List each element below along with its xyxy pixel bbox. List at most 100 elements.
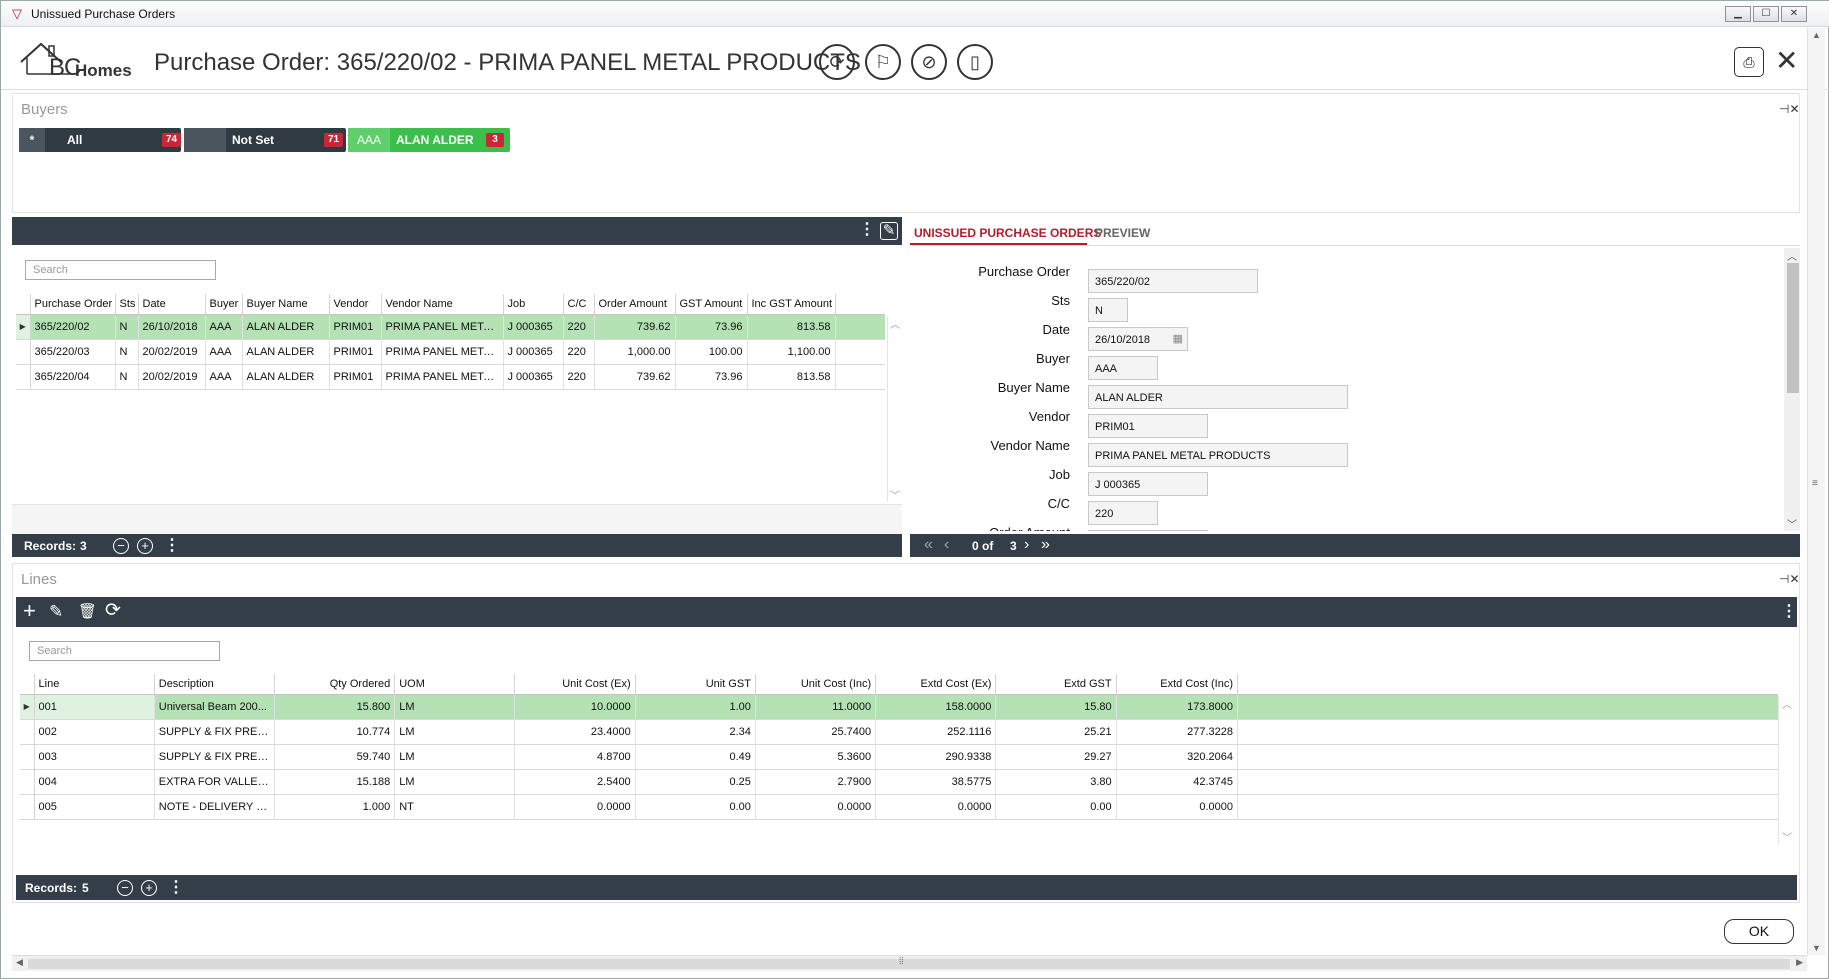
cell[interactable]: 73.96 <box>675 364 748 390</box>
last-record-icon[interactable]: » <box>1041 536 1050 554</box>
previous-record-icon[interactable]: ‹ <box>944 536 949 554</box>
cell[interactable]: 739.62 <box>594 364 676 390</box>
print-button[interactable]: ⎙ <box>1734 47 1764 77</box>
cell[interactable]: 2.7900 <box>755 769 877 795</box>
column-header[interactable]: Vendor <box>329 294 382 315</box>
cell[interactable]: 0.0000 <box>1116 794 1239 820</box>
cell[interactable]: 15.800 <box>274 694 396 720</box>
cell[interactable]: 59.740 <box>274 744 396 770</box>
refresh-button[interactable]: ⟳ <box>819 44 855 80</box>
cell[interactable]: 73.96 <box>675 314 748 340</box>
window-close-button[interactable]: ✕ <box>1781 6 1807 22</box>
column-header[interactable]: Buyer <box>205 294 243 315</box>
cell[interactable]: 290.9338 <box>875 744 997 770</box>
field-value[interactable]: PRIM01 <box>1088 414 1208 438</box>
cell[interactable]: 5.3600 <box>755 744 877 770</box>
cell[interactable]: 277.3228 <box>1116 719 1239 745</box>
cell[interactable]: 365/220/02 <box>30 314 116 340</box>
first-record-icon[interactable]: « <box>924 536 933 554</box>
cell[interactable]: 220 <box>563 314 595 340</box>
column-header[interactable]: C/C <box>563 294 595 315</box>
cell[interactable]: EXTRA FOR VALLEY I... <box>154 769 275 795</box>
cell[interactable]: 23.4000 <box>514 719 636 745</box>
lines-more-icon[interactable]: ⋮ <box>1781 604 1797 620</box>
order-row[interactable]: 365/220/04 N 20/02/2019 AAA ALAN ALDER PRIM01… <box>16 364 885 390</box>
cell[interactable]: AAA <box>205 364 243 390</box>
field-value[interactable]: 26/10/2018 ▦ <box>1088 327 1188 351</box>
buyer-chip-all[interactable]: * All 74 <box>19 128 182 152</box>
cell[interactable]: ALAN ALDER <box>242 314 330 340</box>
detail-scrollbar[interactable]: ︿ ﹀ <box>1784 248 1800 531</box>
remove-record-button[interactable]: − <box>113 538 129 554</box>
cell[interactable]: ALAN ALDER <box>242 339 330 365</box>
cell[interactable]: 2.5400 <box>514 769 636 795</box>
cell[interactable]: 0.00 <box>995 794 1117 820</box>
cell[interactable]: 220 <box>563 339 595 365</box>
cell[interactable]: Universal Beam 200... <box>154 694 275 720</box>
column-header[interactable]: GST Amount <box>675 294 748 315</box>
cell[interactable]: 0.0000 <box>875 794 997 820</box>
column-header[interactable]: Unit Cost (Inc) <box>755 674 877 695</box>
cancel-order-button[interactable]: ⊘ <box>911 44 947 80</box>
cell[interactable]: 29.27 <box>995 744 1117 770</box>
cell[interactable]: 252.1116 <box>875 719 997 745</box>
order-row[interactable]: ▶ 365/220/02 N 26/10/2018 AAA ALAN ALDER PRIM0… <box>16 314 885 340</box>
cell[interactable]: 20/02/2019 <box>138 339 206 365</box>
cell[interactable]: 004 <box>34 769 155 795</box>
cell[interactable]: 3.80 <box>995 769 1117 795</box>
next-record-icon[interactable]: › <box>1024 536 1029 554</box>
cell[interactable]: 1.000 <box>274 794 396 820</box>
field-value[interactable]: N <box>1088 298 1128 322</box>
cell[interactable]: 25.21 <box>995 719 1117 745</box>
cell[interactable]: 10.774 <box>274 719 396 745</box>
line-row[interactable]: 003 SUPPLY & FIX PRE-P... 59.740 LM 4.8700 0.… <box>20 744 1239 770</box>
ok-button[interactable]: OK <box>1724 919 1794 944</box>
field-value[interactable]: AAA <box>1088 356 1158 380</box>
cell[interactable]: J 000365 <box>503 339 564 365</box>
cell[interactable]: NOTE - DELIVERY DA... <box>154 794 275 820</box>
minimize-button[interactable]: ▁ <box>1725 6 1751 22</box>
buyer-chip-alan-alder[interactable]: AAA ALAN ALDER 3 <box>348 128 510 152</box>
column-header[interactable]: Extd Cost (Ex) <box>875 674 997 695</box>
column-header[interactable]: UOM <box>394 674 516 695</box>
cell[interactable]: N <box>115 364 139 390</box>
cell[interactable]: 158.0000 <box>875 694 997 720</box>
cell[interactable]: 0.0000 <box>514 794 636 820</box>
cell[interactable]: PRIM01 <box>329 339 382 365</box>
tab-unissued-purchase-orders[interactable]: UNISSUED PURCHASE ORDERS <box>914 226 1101 240</box>
edit-icon[interactable]: ✎ <box>880 222 898 240</box>
line-row[interactable]: 004 EXTRA FOR VALLEY I... 15.188 LM 2.5400 0.… <box>20 769 1239 795</box>
cell[interactable]: 001 <box>34 694 155 720</box>
cell[interactable]: 0.00 <box>635 794 756 820</box>
cell[interactable]: 26/10/2018 <box>138 314 206 340</box>
flag-button[interactable]: ⚐ <box>865 44 901 80</box>
lines-search-input[interactable]: Search <box>29 641 220 661</box>
document-button[interactable]: ▯ <box>957 44 993 80</box>
maximize-button[interactable]: ☐ <box>1753 6 1779 22</box>
footer-more-icon[interactable]: ⋮ <box>164 538 180 554</box>
remove-line-button[interactable]: − <box>117 880 133 896</box>
cell[interactable]: 15.188 <box>274 769 396 795</box>
field-value[interactable] <box>1088 530 1208 531</box>
order-row[interactable]: 365/220/03 N 20/02/2019 AAA ALAN ALDER PRIM01… <box>16 339 885 365</box>
column-header[interactable]: Inc GST Amount <box>747 294 836 315</box>
orders-search-input[interactable]: Search <box>25 260 216 280</box>
line-row[interactable]: ▶ 001 Universal Beam 200... 15.800 LM 10.0000… <box>20 694 1239 720</box>
field-value[interactable]: PRIMA PANEL METAL PRODUCTS <box>1088 443 1348 467</box>
add-line-button[interactable]: + <box>141 880 157 896</box>
cell[interactable]: 0.49 <box>635 744 756 770</box>
window-horizontal-scrollbar[interactable]: ◀ ⦙⦙ ▶ <box>12 955 1807 971</box>
lines-footer-more-icon[interactable]: ⋮ <box>168 880 184 896</box>
column-header[interactable]: Unit Cost (Ex) <box>514 674 636 695</box>
column-header[interactable]: Qty Ordered <box>274 674 396 695</box>
cell[interactable]: AAA <box>205 339 243 365</box>
column-header[interactable]: Extd Cost (Inc) <box>1116 674 1239 695</box>
cell[interactable]: N <box>115 314 139 340</box>
field-value[interactable]: J 000365 <box>1088 472 1208 496</box>
cell[interactable]: 2.34 <box>635 719 756 745</box>
cell[interactable]: 365/220/03 <box>30 339 116 365</box>
cell[interactable]: 38.5775 <box>875 769 997 795</box>
column-header[interactable]: Date <box>138 294 206 315</box>
cell[interactable]: 25.7400 <box>755 719 877 745</box>
cell[interactable]: 1.00 <box>635 694 756 720</box>
